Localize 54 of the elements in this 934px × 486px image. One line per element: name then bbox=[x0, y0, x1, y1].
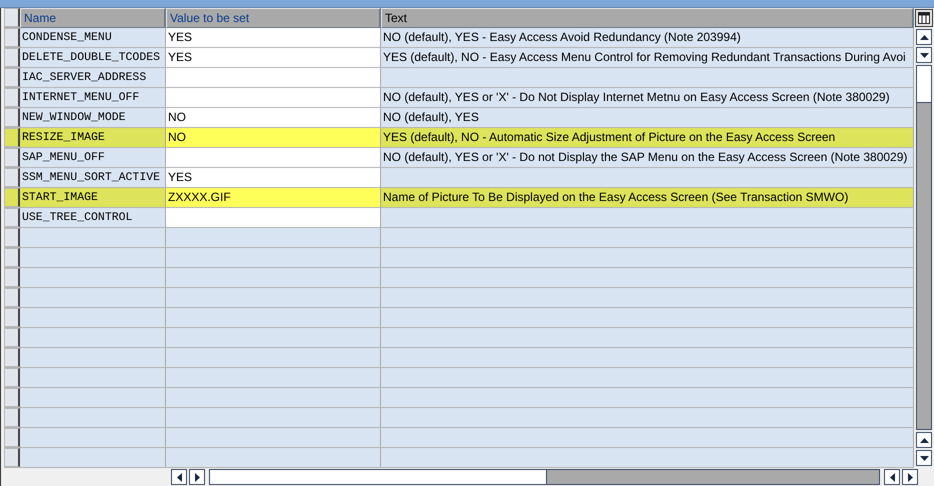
up-arrow-icon bbox=[920, 34, 928, 40]
scroll-left-button[interactable] bbox=[171, 469, 187, 485]
row-selector[interactable] bbox=[4, 108, 20, 127]
scroll-down-button[interactable] bbox=[916, 47, 932, 63]
row-selector[interactable] bbox=[4, 448, 20, 467]
row-selector[interactable] bbox=[4, 348, 20, 367]
row-selector[interactable] bbox=[4, 168, 20, 187]
row-selector[interactable] bbox=[4, 188, 20, 207]
scroll-up-button[interactable] bbox=[916, 29, 932, 45]
row-selector[interactable] bbox=[4, 268, 20, 287]
row-selector[interactable] bbox=[4, 48, 20, 67]
row-selector[interactable] bbox=[4, 388, 20, 407]
row-selector[interactable] bbox=[4, 88, 20, 107]
row-selector[interactable] bbox=[4, 148, 20, 167]
scroll-left-button[interactable] bbox=[884, 469, 900, 485]
row-selector[interactable] bbox=[4, 288, 20, 307]
row-selector[interactable] bbox=[4, 248, 20, 267]
row-selector[interactable] bbox=[4, 68, 20, 87]
row-selector[interactable] bbox=[4, 428, 20, 447]
horizontal-scrollbar-track[interactable] bbox=[209, 469, 880, 485]
columns-icon bbox=[918, 12, 930, 24]
column-settings-button[interactable] bbox=[915, 9, 933, 27]
left-arrow-icon bbox=[890, 472, 894, 482]
row-selector[interactable] bbox=[4, 408, 20, 427]
value-input-field[interactable] bbox=[166, 208, 381, 227]
row-selector[interactable] bbox=[4, 228, 20, 247]
up-arrow-icon bbox=[920, 438, 928, 442]
row-selector[interactable] bbox=[4, 208, 20, 227]
row-selector[interactable] bbox=[4, 28, 20, 47]
value-input-field[interactable]: YES bbox=[166, 168, 381, 187]
right-arrow-icon bbox=[908, 472, 912, 482]
left-arrow-icon bbox=[176, 472, 182, 482]
page-down-button[interactable] bbox=[916, 450, 932, 466]
row-selector[interactable] bbox=[4, 368, 20, 387]
row-selector[interactable] bbox=[4, 128, 20, 147]
scrollbar-thumb[interactable] bbox=[917, 66, 931, 103]
scrollbar-thumb[interactable] bbox=[210, 470, 547, 484]
value-input-field[interactable]: YES bbox=[166, 48, 381, 67]
value-input-field[interactable]: YES bbox=[166, 28, 381, 47]
down-arrow-icon bbox=[920, 52, 928, 58]
select-all-button[interactable] bbox=[4, 8, 20, 27]
scroll-right-button[interactable] bbox=[189, 469, 205, 485]
value-input-field[interactable]: ZXXXX.GIF bbox=[166, 188, 381, 207]
row-selector[interactable] bbox=[4, 328, 20, 347]
value-input-field[interactable] bbox=[166, 68, 381, 87]
down-arrow-icon bbox=[920, 456, 928, 460]
value-input-field[interactable]: NO bbox=[166, 108, 381, 127]
value-input-field[interactable] bbox=[166, 88, 381, 107]
scroll-right-button[interactable] bbox=[902, 469, 918, 485]
row-selector[interactable] bbox=[4, 308, 20, 327]
page-up-button[interactable] bbox=[916, 432, 932, 448]
right-arrow-icon bbox=[194, 472, 200, 482]
value-input-field[interactable]: NO bbox=[166, 128, 381, 147]
value-input-field[interactable] bbox=[166, 148, 381, 167]
